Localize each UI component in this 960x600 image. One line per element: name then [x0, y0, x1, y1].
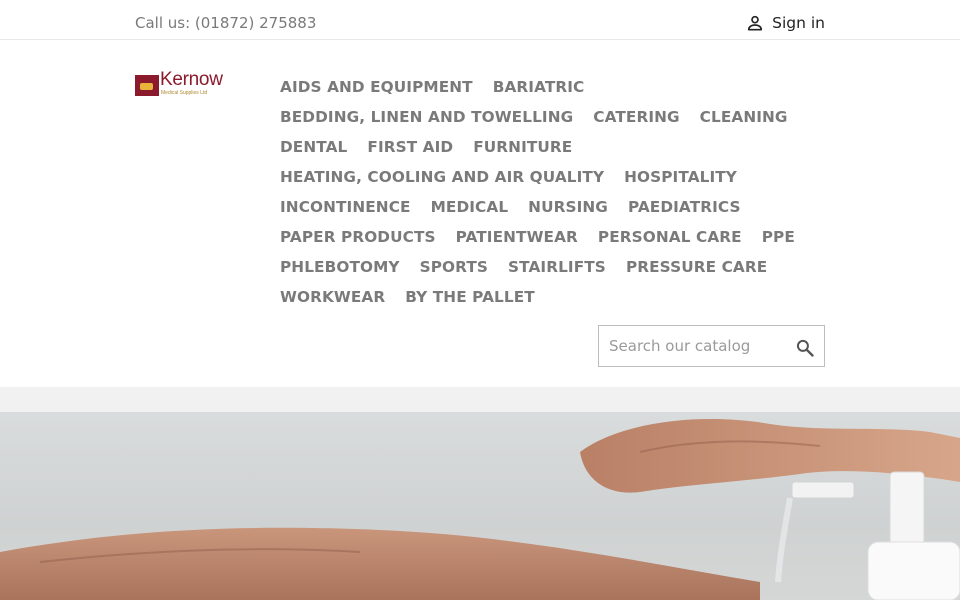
menu-item-link[interactable]: NURSING — [528, 198, 608, 216]
hero-image — [0, 412, 960, 600]
menu-item-link[interactable]: PERSONAL CARE — [598, 228, 742, 246]
menu-item-link[interactable]: AIDS AND EQUIPMENT — [280, 78, 473, 96]
menu-item-link[interactable]: PHLEBOTOMY — [280, 258, 400, 276]
search-widget — [598, 325, 825, 367]
menu-item[interactable]: AIDS AND EQUIPMENT — [280, 72, 473, 102]
menu-item[interactable]: PATIENTWEAR — [456, 222, 578, 252]
menu-item[interactable]: FIRST AID — [367, 132, 453, 162]
menu-item-link[interactable]: CLEANING — [700, 108, 788, 126]
menu-item-link[interactable]: HEATING, COOLING AND AIR QUALITY — [280, 168, 604, 186]
menu-item[interactable]: BEDDING, LINEN AND TOWELLING — [280, 102, 573, 132]
top-bar: Call us: (01872) 275883 Sign in — [0, 0, 960, 40]
search-icon[interactable] — [795, 338, 815, 358]
menu-item[interactable]: INCONTINENCE — [280, 192, 411, 222]
menu-item-link[interactable]: BEDDING, LINEN AND TOWELLING — [280, 108, 573, 126]
menu-item-link[interactable]: WORKWEAR — [280, 288, 385, 306]
menu-item[interactable]: CLEANING — [700, 102, 788, 132]
site-header: Kernow Medical Supplies Ltd AIDS AND EQU… — [0, 41, 960, 387]
menu-item-link[interactable]: PAEDIATRICS — [628, 198, 741, 216]
menu-item[interactable]: STAIRLIFTS — [508, 252, 606, 282]
logo-mark — [135, 75, 159, 96]
pump-nozzle — [791, 481, 855, 499]
menu-item[interactable]: DENTAL — [280, 132, 347, 162]
sanitizer-bottle — [867, 541, 960, 600]
pump-head — [889, 471, 925, 553]
sign-in-label: Sign in — [772, 14, 825, 32]
menu-item[interactable]: PHLEBOTOMY — [280, 252, 400, 282]
menu-item-link[interactable]: BY THE PALLET — [405, 288, 535, 306]
main-menu: AIDS AND EQUIPMENT BARIATRIC BEDDING, LINE… — [280, 72, 825, 312]
menu-item[interactable]: PRESSURE CARE — [626, 252, 767, 282]
lower-hand — [0, 527, 760, 600]
menu-item-link[interactable]: INCONTINENCE — [280, 198, 411, 216]
sign-in-link[interactable]: Sign in — [745, 13, 825, 33]
menu-item[interactable]: CATERING — [593, 102, 679, 132]
menu-item-link[interactable]: PAPER PRODUCTS — [280, 228, 436, 246]
user-icon — [748, 15, 763, 31]
logo-name: Kernow — [160, 69, 223, 90]
menu-item[interactable]: NURSING — [528, 192, 608, 222]
logo-tagline: Medical Supplies Ltd — [161, 90, 208, 96]
menu-item[interactable]: BY THE PALLET — [405, 282, 535, 312]
menu-item-link[interactable]: DENTAL — [280, 138, 347, 156]
menu-item[interactable]: SPORTS — [420, 252, 488, 282]
menu-item[interactable]: PERSONAL CARE — [598, 222, 742, 252]
hand-sanitizer-illustration — [0, 419, 960, 600]
search-input[interactable] — [599, 326, 789, 366]
menu-item-link[interactable]: SPORTS — [420, 258, 488, 276]
menu-item-link[interactable]: HOSPITALITY — [624, 168, 737, 186]
menu-item[interactable]: PAEDIATRICS — [628, 192, 741, 222]
menu-item-link[interactable]: FURNITURE — [473, 138, 572, 156]
gel-stream — [775, 497, 793, 583]
menu-item[interactable]: MEDICAL — [431, 192, 509, 222]
menu-item[interactable]: HOSPITALITY — [624, 162, 737, 192]
menu-item-link[interactable]: PATIENTWEAR — [456, 228, 578, 246]
menu-item-link[interactable]: MEDICAL — [431, 198, 509, 216]
menu-item-link[interactable]: PPE — [762, 228, 795, 246]
menu-item-link[interactable]: CATERING — [593, 108, 679, 126]
menu-item[interactable]: WORKWEAR — [280, 282, 385, 312]
menu-item[interactable]: HEATING, COOLING AND AIR QUALITY — [280, 162, 604, 192]
menu-item-link[interactable]: PRESSURE CARE — [626, 258, 767, 276]
menu-item[interactable]: BARIATRIC — [493, 72, 585, 102]
site-logo[interactable]: Kernow Medical Supplies Ltd — [135, 69, 225, 99]
menu-item-link[interactable]: FIRST AID — [367, 138, 453, 156]
phone-number: Call us: (01872) 275883 — [135, 14, 317, 32]
menu-item-link[interactable]: STAIRLIFTS — [508, 258, 606, 276]
breadcrumb-strip — [0, 387, 960, 412]
menu-item[interactable]: PPE — [762, 222, 795, 252]
menu-item[interactable]: FURNITURE — [473, 132, 572, 162]
menu-item-link[interactable]: BARIATRIC — [493, 78, 585, 96]
menu-item[interactable]: PAPER PRODUCTS — [280, 222, 436, 252]
